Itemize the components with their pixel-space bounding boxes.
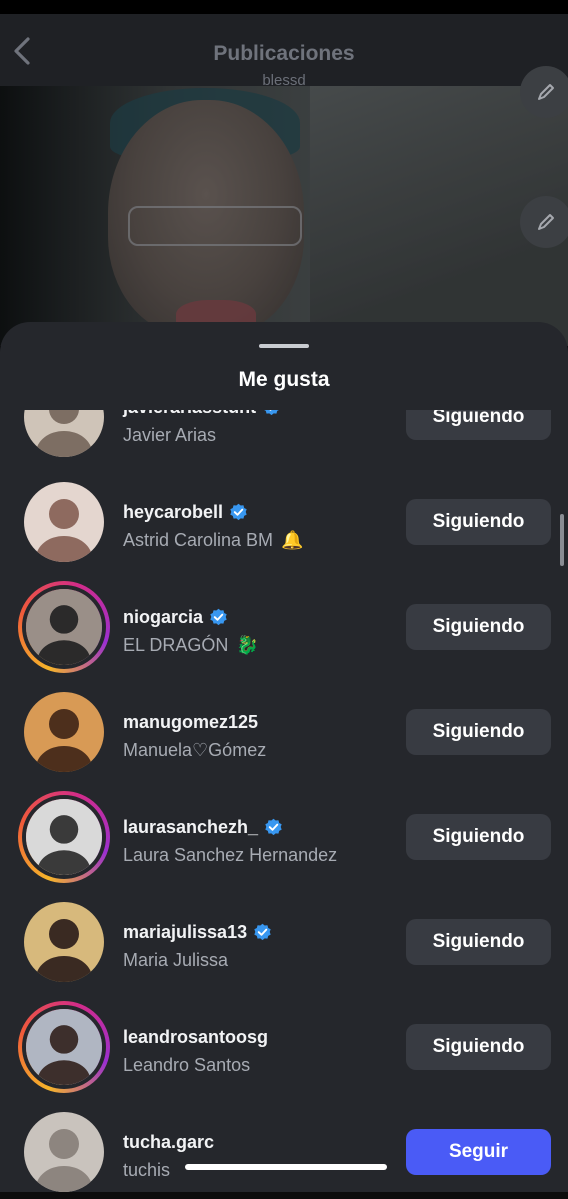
avatar[interactable] bbox=[18, 791, 110, 883]
top-navigation-bar: Publicaciones blessd bbox=[0, 14, 568, 89]
list-item[interactable]: javierariasstunt Javier Arias Siguiendo bbox=[0, 410, 568, 470]
list-item[interactable]: manugomez125 Manuela♡Gómez Siguiendo bbox=[0, 680, 568, 785]
avatar[interactable] bbox=[18, 1001, 110, 1093]
username[interactable]: tucha.garc bbox=[123, 1132, 214, 1153]
display-name: EL DRAGÓN 🐉 bbox=[123, 635, 259, 655]
verified-badge-icon bbox=[265, 818, 282, 836]
username[interactable]: heycarobell bbox=[123, 502, 248, 523]
list-item[interactable]: mariajulissa13 Maria Julissa Siguiendo bbox=[0, 890, 568, 995]
list-item[interactable]: tucha.garc tuchis Seguir bbox=[0, 1100, 568, 1199]
avatar-image bbox=[24, 902, 104, 982]
list-item[interactable]: heycarobell Astrid Carolina BM 🔔 Siguiendo bbox=[0, 470, 568, 575]
display-name: Javier Arias bbox=[123, 425, 217, 445]
following-button[interactable]: Siguiendo bbox=[406, 410, 551, 440]
avatar-image bbox=[24, 1112, 104, 1192]
edit-button-secondary[interactable] bbox=[520, 196, 568, 248]
scrollbar[interactable] bbox=[560, 514, 564, 566]
display-name: Laura Sanchez Hernandez bbox=[123, 845, 338, 865]
likes-sheet: Me gusta javierariasstunt Javier Arias Sig… bbox=[0, 322, 568, 1199]
follow-button[interactable]: Seguir bbox=[406, 1129, 551, 1175]
following-button[interactable]: Siguiendo bbox=[406, 814, 551, 860]
username[interactable]: leandrosantoosg bbox=[123, 1027, 268, 1048]
verified-badge-icon bbox=[254, 923, 271, 941]
avatar-image bbox=[26, 1009, 102, 1085]
edit-button[interactable] bbox=[520, 66, 568, 118]
pencil-icon bbox=[538, 214, 554, 230]
list-item[interactable]: leandrosantoosg Leandro Santos Siguiendo bbox=[0, 995, 568, 1100]
sheet-title: Me gusta bbox=[238, 368, 330, 391]
username[interactable]: mariajulissa13 bbox=[123, 922, 272, 943]
bottom-edge bbox=[0, 1192, 568, 1199]
likes-list[interactable]: javierariasstuntJavier AriasSiguiendohey… bbox=[0, 410, 568, 1199]
display-name: tuchis bbox=[123, 1160, 171, 1180]
avatar[interactable] bbox=[24, 410, 104, 457]
username[interactable]: niogarcia bbox=[123, 607, 228, 628]
avatar[interactable] bbox=[24, 1112, 104, 1192]
list-item[interactable]: niogarcia EL DRAGÓN 🐉 Siguiendo bbox=[0, 575, 568, 680]
display-name: Astrid Carolina BM 🔔 bbox=[123, 530, 304, 550]
display-name: Maria Julissa bbox=[123, 950, 229, 970]
avatar[interactable] bbox=[24, 902, 104, 982]
verified-badge-icon bbox=[210, 608, 227, 626]
display-name: Manuela♡Gómez bbox=[123, 740, 267, 760]
avatar-image bbox=[24, 692, 104, 772]
avatar[interactable] bbox=[18, 581, 110, 673]
home-indicator bbox=[185, 1164, 387, 1170]
following-button[interactable]: Siguiendo bbox=[406, 1024, 551, 1070]
following-button[interactable]: Siguiendo bbox=[406, 919, 551, 965]
post-photo bbox=[0, 86, 568, 346]
pencil-icon bbox=[538, 84, 554, 100]
page-title: Publicaciones bbox=[213, 42, 355, 65]
avatar-image bbox=[24, 482, 104, 562]
avatar-image bbox=[26, 799, 102, 875]
verified-badge-icon bbox=[264, 410, 279, 416]
avatar[interactable] bbox=[24, 692, 104, 772]
verified-badge-icon bbox=[230, 503, 247, 521]
sheet-grabber[interactable] bbox=[259, 344, 309, 348]
following-button[interactable]: Siguiendo bbox=[406, 709, 551, 755]
avatar[interactable] bbox=[24, 482, 104, 562]
status-emoji: 🐉 bbox=[236, 635, 259, 655]
avatar-image bbox=[24, 410, 104, 457]
avatar-image bbox=[26, 589, 102, 665]
username[interactable]: laurasanchezh_ bbox=[123, 817, 283, 838]
following-button[interactable]: Siguiendo bbox=[406, 604, 551, 650]
list-item[interactable]: laurasanchezh_ Laura Sanchez Hernandez Sig… bbox=[0, 785, 568, 890]
username[interactable]: manugomez125 bbox=[123, 712, 258, 733]
following-button[interactable]: Siguiendo bbox=[406, 499, 551, 545]
username[interactable]: javierariasstunt bbox=[123, 410, 281, 418]
status-emoji: 🔔 bbox=[281, 530, 304, 550]
display-name: Leandro Santos bbox=[123, 1055, 251, 1075]
